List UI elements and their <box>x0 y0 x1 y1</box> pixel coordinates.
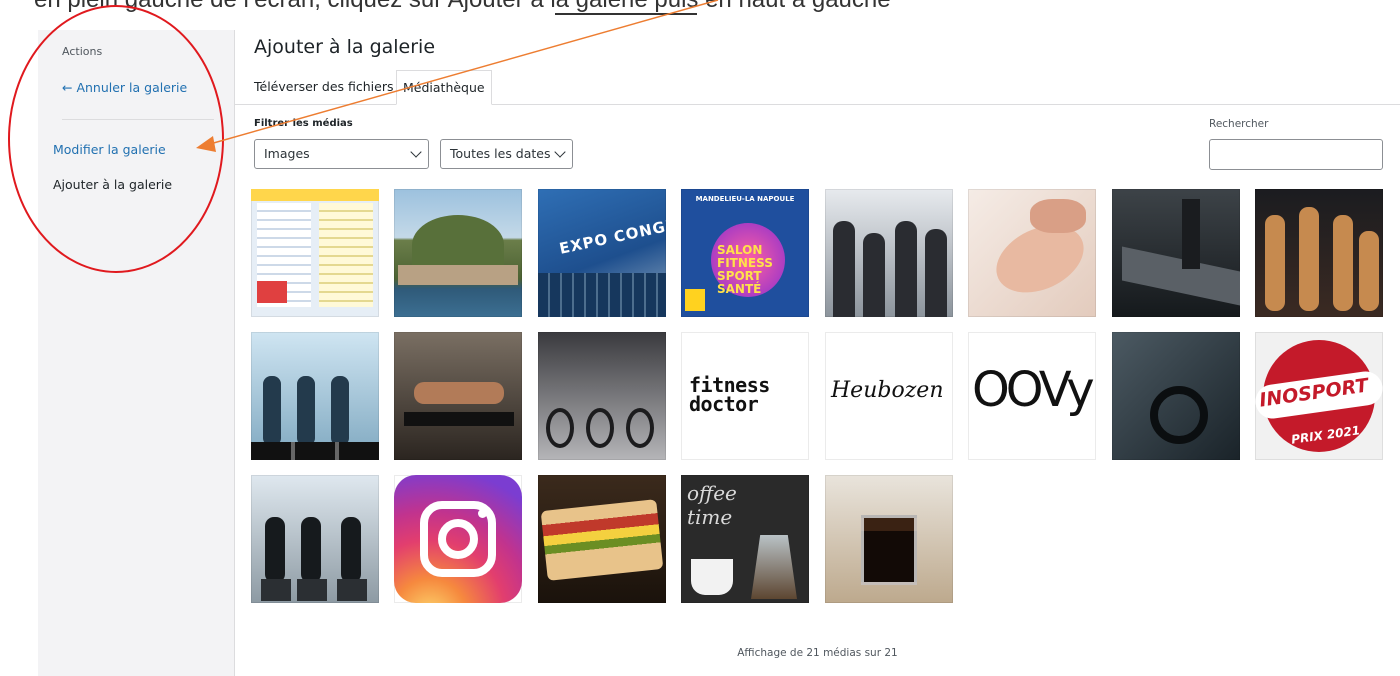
media-item-fitness-doctor-logo[interactable]: fitness doctor <box>681 332 809 460</box>
chevron-down-icon <box>410 146 422 158</box>
person-shape <box>297 376 315 446</box>
step-platforms <box>251 442 379 460</box>
doc-header-bar <box>251 189 379 201</box>
person-shape <box>863 233 885 317</box>
bike-shape <box>297 579 327 601</box>
document-underline <box>555 13 697 15</box>
person-shape <box>1359 231 1379 311</box>
media-item-instagram-logo[interactable] <box>394 475 522 603</box>
media-item-oovy-logo[interactable]: OOVy <box>968 332 1096 460</box>
person-shape <box>895 221 917 317</box>
doc-red-box <box>257 281 287 303</box>
document-text-strip: en plein gauche de l’écran, cliquez sur … <box>0 0 1400 30</box>
poster-year-badge <box>685 289 705 311</box>
media-item-group-workout[interactable] <box>825 189 953 317</box>
media-date-value: Toutes les dates <box>450 146 551 161</box>
media-date-select[interactable]: Toutes les dates <box>440 139 573 169</box>
media-item-coffee-time[interactable]: offee time <box>681 475 809 603</box>
media-type-value: Images <box>264 146 310 161</box>
media-item-espresso[interactable] <box>825 475 953 603</box>
tab-upload-files[interactable]: Téléverser des fichiers <box>248 70 400 103</box>
step-platform <box>404 412 514 426</box>
search-input[interactable] <box>1209 139 1383 170</box>
person-shape <box>341 517 361 583</box>
person-shape <box>833 221 855 317</box>
media-item-step-class[interactable] <box>251 332 379 460</box>
person-shape <box>1265 215 1285 311</box>
treadmill-belt <box>1122 246 1240 306</box>
poster-title: SALON FITNESS SPORT SANTÉ <box>717 243 773 296</box>
filter-media-label: Filtrer les médias <box>254 118 353 129</box>
media-item-spin-bike[interactable] <box>1112 332 1240 460</box>
hand-shape <box>1030 199 1086 233</box>
expo-sign-text: EXPO CONGRÈS <box>557 210 666 258</box>
bike-wheel <box>626 408 654 448</box>
person-shape <box>301 517 321 583</box>
bike-shape <box>337 579 367 601</box>
espresso-glass <box>861 515 917 585</box>
media-grid: EXPO CONGRÈS MANDELIEU-LA NAPOULE SALON F… <box>251 189 1391 609</box>
coffee-chalk-text: offee time <box>687 481 737 529</box>
bike-wheel <box>1150 386 1208 444</box>
edit-gallery-link[interactable]: Modifier la galerie <box>53 142 166 157</box>
page-title: Ajouter à la galerie <box>254 36 436 58</box>
sidebar-separator <box>62 119 214 120</box>
media-item-salon-fitness-poster[interactable]: MANDELIEU-LA NAPOULE SALON FITNESS SPORT SA… <box>681 189 809 317</box>
bike-wheel <box>586 408 614 448</box>
chevron-down-icon <box>554 146 566 158</box>
bike-wheel <box>546 408 574 448</box>
coffee-pot-shape <box>751 535 797 599</box>
media-item-programme-document[interactable] <box>251 189 379 317</box>
document-instruction-text: en plein gauche de l’écran, cliquez sur … <box>34 0 891 14</box>
person-shape <box>265 517 285 583</box>
cancel-gallery-link[interactable]: ← Annuler la galerie <box>62 80 187 95</box>
media-modal-sidebar: Actions ← Annuler la galerie Modifier la… <box>38 30 235 676</box>
media-item-bike-room[interactable] <box>538 332 666 460</box>
building-windows <box>538 273 666 317</box>
media-item-sandwich[interactable] <box>538 475 666 603</box>
actions-heading: Actions <box>62 45 103 58</box>
media-item-pushup-step[interactable] <box>394 332 522 460</box>
leg-shape <box>1182 199 1200 269</box>
person-shape <box>331 376 349 446</box>
media-item-boxing-class[interactable] <box>1255 189 1383 317</box>
person-shape <box>1333 215 1353 311</box>
person-shape <box>263 376 281 446</box>
tab-media-library[interactable]: Médiathèque <box>396 70 492 105</box>
cup-shape <box>691 559 733 595</box>
media-item-inosport-badge[interactable]: INOSPORT PRIX 2021 <box>1255 332 1383 460</box>
camera-dot <box>478 509 487 518</box>
oovy-logo-text: OOVy <box>972 362 1095 418</box>
media-type-select[interactable]: Images <box>254 139 429 169</box>
media-item-fort-on-hill[interactable] <box>394 189 522 317</box>
heubozen-logo-text: Heubozen <box>831 378 944 403</box>
search-label: Rechercher <box>1209 118 1269 130</box>
fitness-doctor-logo-text: fitness doctor <box>689 373 770 416</box>
person-shape <box>414 382 504 404</box>
add-to-gallery-link[interactable]: Ajouter à la galerie <box>53 177 172 192</box>
media-item-face-massage[interactable] <box>968 189 1096 317</box>
doc-column <box>319 203 373 307</box>
camera-lens <box>438 519 478 559</box>
media-item-spin-class[interactable] <box>251 475 379 603</box>
media-item-expo-congres[interactable]: EXPO CONGRÈS <box>538 189 666 317</box>
media-tabs: Téléverser des fichiers Médiathèque <box>235 70 1400 105</box>
bike-shape <box>261 579 291 601</box>
media-item-heubozen-logo[interactable]: Heubozen <box>825 332 953 460</box>
sandwich-shape <box>540 499 664 581</box>
person-shape <box>925 229 947 317</box>
media-modal-content: Ajouter à la galerie Téléverser des fich… <box>235 30 1400 676</box>
poster-header: MANDELIEU-LA NAPOULE <box>695 195 795 203</box>
person-shape <box>1299 207 1319 311</box>
media-item-treadmill[interactable] <box>1112 189 1240 317</box>
fort-shape <box>398 265 518 285</box>
media-count-text: Affichage de 21 médias sur 21 <box>737 647 898 659</box>
